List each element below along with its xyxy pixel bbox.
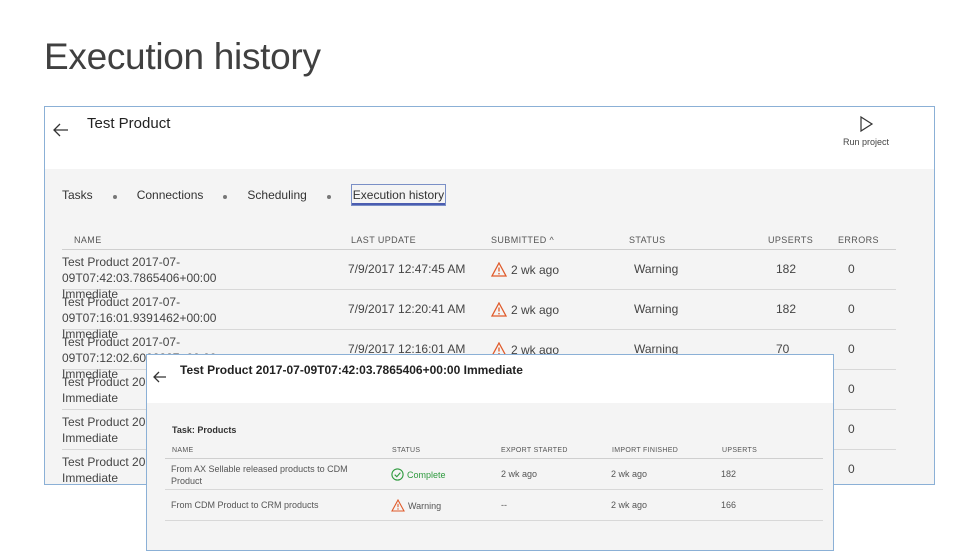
detail-header: Test Product 2017-07-09T07:42:03.7865406…	[147, 355, 833, 403]
row-last-update: 7/9/2017 12:20:41 AM	[348, 302, 466, 316]
task-status: Warning	[391, 499, 441, 512]
column-header-name[interactable]: NAME	[74, 235, 102, 245]
tab-execution-history[interactable]: Execution history	[350, 184, 447, 206]
row-errors: 0	[848, 262, 855, 276]
tab-separator	[326, 195, 331, 199]
row-submitted: 2 wk ago	[491, 262, 559, 277]
execution-detail-panel: Test Product 2017-07-09T07:42:03.7865406…	[146, 354, 834, 551]
row-last-update: 7/9/2017 12:47:45 AM	[348, 262, 466, 276]
column-header-last-update[interactable]: LAST UPDATE	[351, 235, 416, 245]
row-upserts: 182	[776, 302, 797, 316]
row-errors: 0	[848, 462, 855, 476]
check-circle-icon	[391, 468, 404, 481]
task-name: From CDM Product to CRM products	[171, 500, 319, 510]
column-header-submitted[interactable]: SUBMITTED ^	[491, 235, 554, 245]
task-upserts: 166	[721, 500, 737, 510]
warning-icon	[491, 302, 507, 317]
row-errors: 0	[848, 342, 855, 356]
task-name: From AX Sellable released products to CD…	[171, 464, 348, 486]
task-export-started: 2 wk ago	[501, 469, 538, 479]
play-icon	[838, 115, 894, 133]
task-import-finished: 2 wk ago	[611, 500, 648, 510]
detail-title: Test Product 2017-07-09T07:42:03.7865406…	[180, 363, 523, 377]
task-import-finished: 2 wk ago	[611, 469, 648, 479]
slide-title: Execution history	[44, 36, 321, 77]
row-errors: 0	[848, 382, 855, 396]
back-arrow-icon[interactable]	[51, 120, 71, 140]
task-row[interactable]: From CDM Product to CRM products Warning…	[165, 490, 823, 521]
column-header-status[interactable]: STATUS	[629, 235, 666, 245]
column-header-name[interactable]: NAME	[172, 447, 193, 454]
warning-icon	[391, 499, 405, 512]
row-submitted: 2 wk ago	[491, 302, 559, 317]
task-upserts: 182	[721, 469, 737, 479]
row-status: Warning	[634, 262, 679, 276]
task-label: Task: Products	[172, 425, 237, 435]
task-status: Complete	[391, 468, 446, 481]
table-row[interactable]: Test Product 2017-07-09T07:42:03.7865406…	[62, 250, 896, 301]
table-row[interactable]: Test Product 2017-07-09T07:16:01.9391462…	[62, 290, 896, 341]
tab-bar: Tasks Connections Scheduling Execution h…	[62, 183, 447, 207]
tab-connections[interactable]: Connections	[137, 186, 204, 204]
tab-tasks[interactable]: Tasks	[62, 186, 93, 204]
column-header-upserts[interactable]: UPSERTS	[722, 447, 757, 454]
column-header-import-finished[interactable]: IMPORT FINISHED	[612, 447, 678, 454]
row-upserts: 182	[776, 262, 797, 276]
row-errors: 0	[848, 422, 855, 436]
column-header-upserts[interactable]: UPSERTS	[768, 235, 813, 245]
task-row[interactable]: From AX Sellable released products to CD…	[165, 459, 823, 490]
panel-title: Test Product	[87, 115, 171, 132]
column-header-status[interactable]: STATUS	[392, 447, 420, 454]
tab-separator	[223, 195, 228, 199]
column-header-export-started[interactable]: EXPORT STARTED	[501, 447, 568, 454]
tab-scheduling[interactable]: Scheduling	[247, 186, 306, 204]
run-project-label: Run project	[842, 137, 890, 147]
row-errors: 0	[848, 302, 855, 316]
tab-separator	[112, 195, 117, 199]
warning-icon	[491, 262, 507, 277]
panel-header: Test Product Run project	[45, 107, 934, 169]
task-export-started: --	[501, 500, 507, 510]
column-header-errors[interactable]: ERRORS	[838, 235, 879, 245]
back-arrow-icon[interactable]	[151, 368, 169, 386]
run-project-button[interactable]: Run project	[838, 115, 894, 147]
row-status: Warning	[634, 302, 679, 316]
